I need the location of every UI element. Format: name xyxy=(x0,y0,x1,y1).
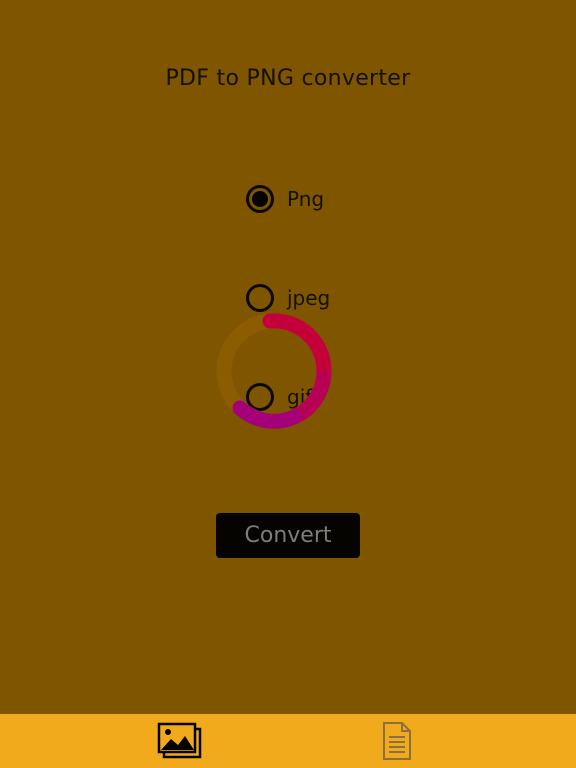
document-icon xyxy=(383,722,411,760)
convert-button[interactable]: Convert xyxy=(216,513,360,558)
format-option-png[interactable]: Png xyxy=(246,182,324,216)
radio-button-jpeg[interactable] xyxy=(246,284,274,312)
format-option-label: Png xyxy=(287,187,325,211)
tab-bar xyxy=(0,714,576,768)
loading-spinner xyxy=(216,313,332,429)
format-option-jpeg[interactable]: jpeg xyxy=(246,281,330,315)
tab-documents[interactable] xyxy=(337,714,457,768)
tab-images[interactable] xyxy=(120,714,240,768)
radio-selected-dot xyxy=(252,191,268,207)
radio-button-png[interactable] xyxy=(246,185,274,213)
images-icon xyxy=(157,722,202,759)
format-option-label: jpeg xyxy=(287,286,331,310)
page-title: PDF to PNG converter xyxy=(165,66,411,91)
